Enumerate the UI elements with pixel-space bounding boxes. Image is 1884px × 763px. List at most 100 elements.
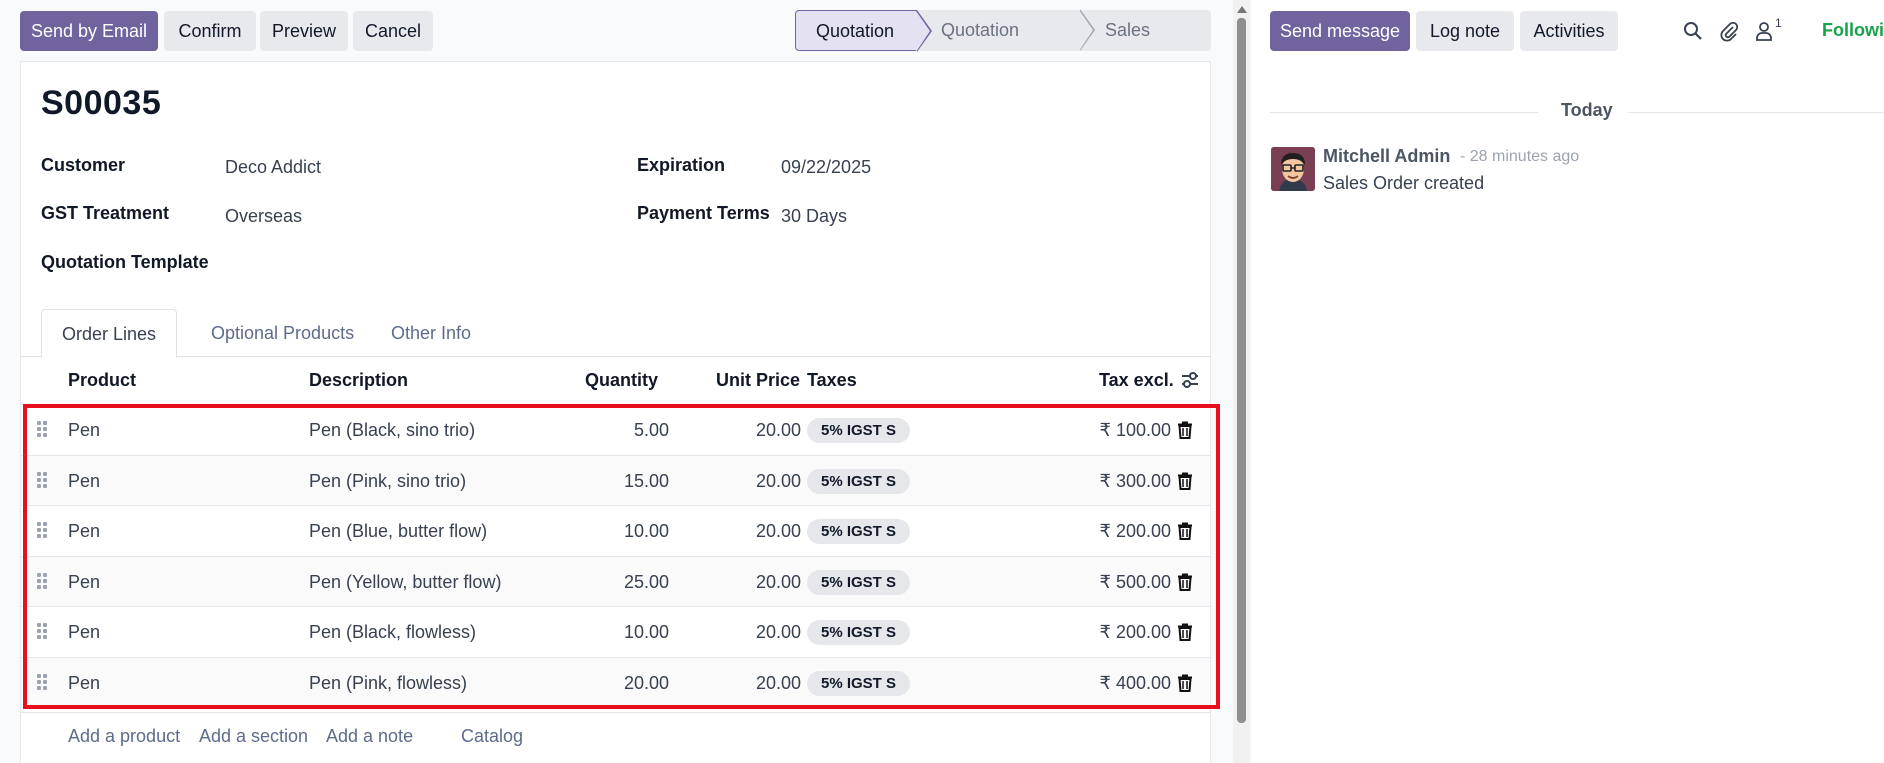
customer-field[interactable]: Deco Addict <box>225 157 321 178</box>
message-body: Sales Order created <box>1323 173 1485 193</box>
tax-badge[interactable]: 5% IGST S <box>807 569 911 595</box>
line-product[interactable]: Pen <box>68 405 100 455</box>
avatar[interactable] <box>1271 147 1315 191</box>
column-product[interactable]: Product <box>68 357 136 404</box>
line-unit-price[interactable]: 20.00 <box>756 506 801 556</box>
line-description[interactable]: Pen (Pink, flowless) <box>309 658 467 708</box>
line-unit-price[interactable]: 20.00 <box>756 456 801 506</box>
delete-line-trash-icon[interactable] <box>1177 623 1193 641</box>
line-subtotal[interactable]: ₹ 400.00 <box>1099 658 1171 708</box>
tax-badge[interactable]: 5% IGST S <box>807 418 911 443</box>
line-quantity[interactable]: 15.00 <box>624 456 669 506</box>
line-quantity[interactable]: 10.00 <box>624 607 669 657</box>
drag-handle-icon[interactable] <box>37 572 49 591</box>
delete-line-trash-icon[interactable] <box>1177 472 1193 490</box>
line-product[interactable]: Pen <box>68 557 100 607</box>
add-product-link[interactable]: Add a product <box>68 713 180 759</box>
line-subtotal[interactable]: ₹ 300.00 <box>1099 456 1171 506</box>
delete-line-trash-icon[interactable] <box>1177 421 1193 439</box>
line-quantity[interactable]: 10.00 <box>624 506 669 556</box>
line-description[interactable]: Pen (Black, flowless) <box>309 607 476 657</box>
line-quantity[interactable]: 5.00 <box>634 405 669 455</box>
drag-handle-icon[interactable] <box>37 471 49 490</box>
add-section-link[interactable]: Add a section <box>199 713 308 759</box>
paperclip-icon[interactable] <box>1718 20 1740 42</box>
status-quotation[interactable]: Quotation <box>795 10 932 52</box>
preview-button[interactable]: Preview <box>260 11 348 51</box>
delete-line-trash-icon[interactable] <box>1177 573 1193 591</box>
tax-badge[interactable]: 5% IGST S <box>807 670 911 696</box>
table-row[interactable]: Pen Pen (Blue, butter flow) 10.00 20.00 ₹ 20… <box>21 505 1210 555</box>
drag-handle-icon[interactable] <box>37 421 49 439</box>
table-row[interactable]: Pen Pen (Pink, flowless) 20.00 20.00 ₹ 400.0… <box>21 656 1210 708</box>
following-button[interactable]: Following <box>1822 20 1884 41</box>
activities-button[interactable]: Activities <box>1520 11 1618 51</box>
send-message-button[interactable]: Send message <box>1270 11 1410 51</box>
message-author[interactable]: Mitchell Admin <box>1323 146 1450 167</box>
date-divider-left <box>1270 112 1538 113</box>
line-unit-price[interactable]: 20.00 <box>756 658 801 708</box>
drag-handle-icon[interactable] <box>37 522 49 540</box>
table-row[interactable]: Pen Pen (Black, sino trio) 5.00 20.00 ₹ 100.… <box>21 404 1210 454</box>
tab-order-lines[interactable]: Order Lines <box>41 309 178 358</box>
line-unit-price[interactable]: 20.00 <box>756 405 801 455</box>
followers-icon[interactable] <box>1754 20 1776 42</box>
delete-line-trash-icon[interactable] <box>1177 522 1193 540</box>
confirm-button[interactable]: Confirm <box>164 11 256 51</box>
line-subtotal[interactable]: ₹ 200.00 <box>1099 506 1171 556</box>
tax-badge[interactable]: 5% IGST S <box>807 468 911 494</box>
optional-columns-icon[interactable] <box>1181 371 1199 389</box>
scroll-up-arrow-icon[interactable] <box>1237 6 1247 13</box>
followers-count: 1 <box>1775 16 1782 30</box>
tab-other-info[interactable]: Other Info <box>371 309 491 357</box>
line-description[interactable]: Pen (Blue, butter flow) <box>309 506 487 556</box>
payment-terms-field[interactable]: 30 Days <box>781 206 847 227</box>
cancel-button[interactable]: Cancel <box>353 11 433 51</box>
table-row[interactable]: Pen Pen (Yellow, butter flow) 25.00 20.00 ₹ … <box>21 555 1210 607</box>
column-description[interactable]: Description <box>309 357 408 404</box>
tax-badge[interactable]: 5% IGST S <box>807 519 911 544</box>
line-quantity[interactable]: 25.00 <box>624 557 669 607</box>
column-taxes[interactable]: Taxes <box>807 357 857 404</box>
column-quantity[interactable]: Quantity <box>585 357 658 404</box>
line-description[interactable]: Pen (Black, sino trio) <box>309 405 475 455</box>
line-quantity[interactable]: 20.00 <box>624 658 669 708</box>
form-scrollbar[interactable] <box>1233 0 1250 763</box>
drag-handle-icon[interactable] <box>37 673 49 692</box>
line-subtotal[interactable]: ₹ 200.00 <box>1099 607 1171 657</box>
drag-handle-icon[interactable] <box>37 623 49 641</box>
line-product[interactable]: Pen <box>68 607 100 657</box>
line-description[interactable]: Pen (Yellow, butter flow) <box>309 557 501 607</box>
column-subtotal[interactable]: Tax excl. <box>1099 357 1174 404</box>
order-lines-actions: Add a product Add a section Add a note C… <box>21 712 1210 762</box>
date-separator: Today <box>1561 100 1613 120</box>
notebook-tabs: Order Lines Optional Products Other Info <box>21 309 1210 358</box>
message-time: - 28 minutes ago <box>1460 148 1580 165</box>
delete-line-trash-icon[interactable] <box>1177 674 1193 692</box>
line-product[interactable]: Pen <box>68 456 100 506</box>
catalog-link[interactable]: Catalog <box>461 713 523 759</box>
line-product[interactable]: Pen <box>68 506 100 556</box>
status-quotation-sent[interactable]: Quotation Sent <box>917 9 1095 81</box>
table-row[interactable]: Pen Pen (Pink, sino trio) 15.00 20.00 ₹ 300.… <box>21 454 1210 506</box>
send-by-email-button[interactable]: Send by Email <box>20 11 158 51</box>
gst-treatment-field[interactable]: Overseas <box>225 206 302 227</box>
line-subtotal[interactable]: ₹ 500.00 <box>1099 557 1171 607</box>
line-description[interactable]: Pen (Pink, sino trio) <box>309 456 466 506</box>
column-unit-price[interactable]: Unit Price <box>716 357 800 404</box>
scroll-thumb[interactable] <box>1237 18 1246 723</box>
search-icon[interactable] <box>1682 20 1704 42</box>
line-product[interactable]: Pen <box>68 658 100 708</box>
line-unit-price[interactable]: 20.00 <box>756 557 801 607</box>
tax-badge[interactable]: 5% IGST S <box>807 620 911 645</box>
tab-optional-products[interactable]: Optional Products <box>191 309 374 357</box>
gst-treatment-label: GST Treatment <box>41 203 170 223</box>
log-note-button[interactable]: Log note <box>1416 11 1514 51</box>
status-sales-order[interactable]: Sales Order <box>1079 10 1211 81</box>
quotation-template-field[interactable] <box>225 252 605 276</box>
line-subtotal[interactable]: ₹ 100.00 <box>1099 405 1171 455</box>
add-note-link[interactable]: Add a note <box>326 713 413 759</box>
expiration-field[interactable]: 09/22/2025 <box>781 157 871 178</box>
line-unit-price[interactable]: 20.00 <box>756 607 801 657</box>
table-row[interactable]: Pen Pen (Black, flowless) 10.00 20.00 ₹ 200.… <box>21 606 1210 656</box>
